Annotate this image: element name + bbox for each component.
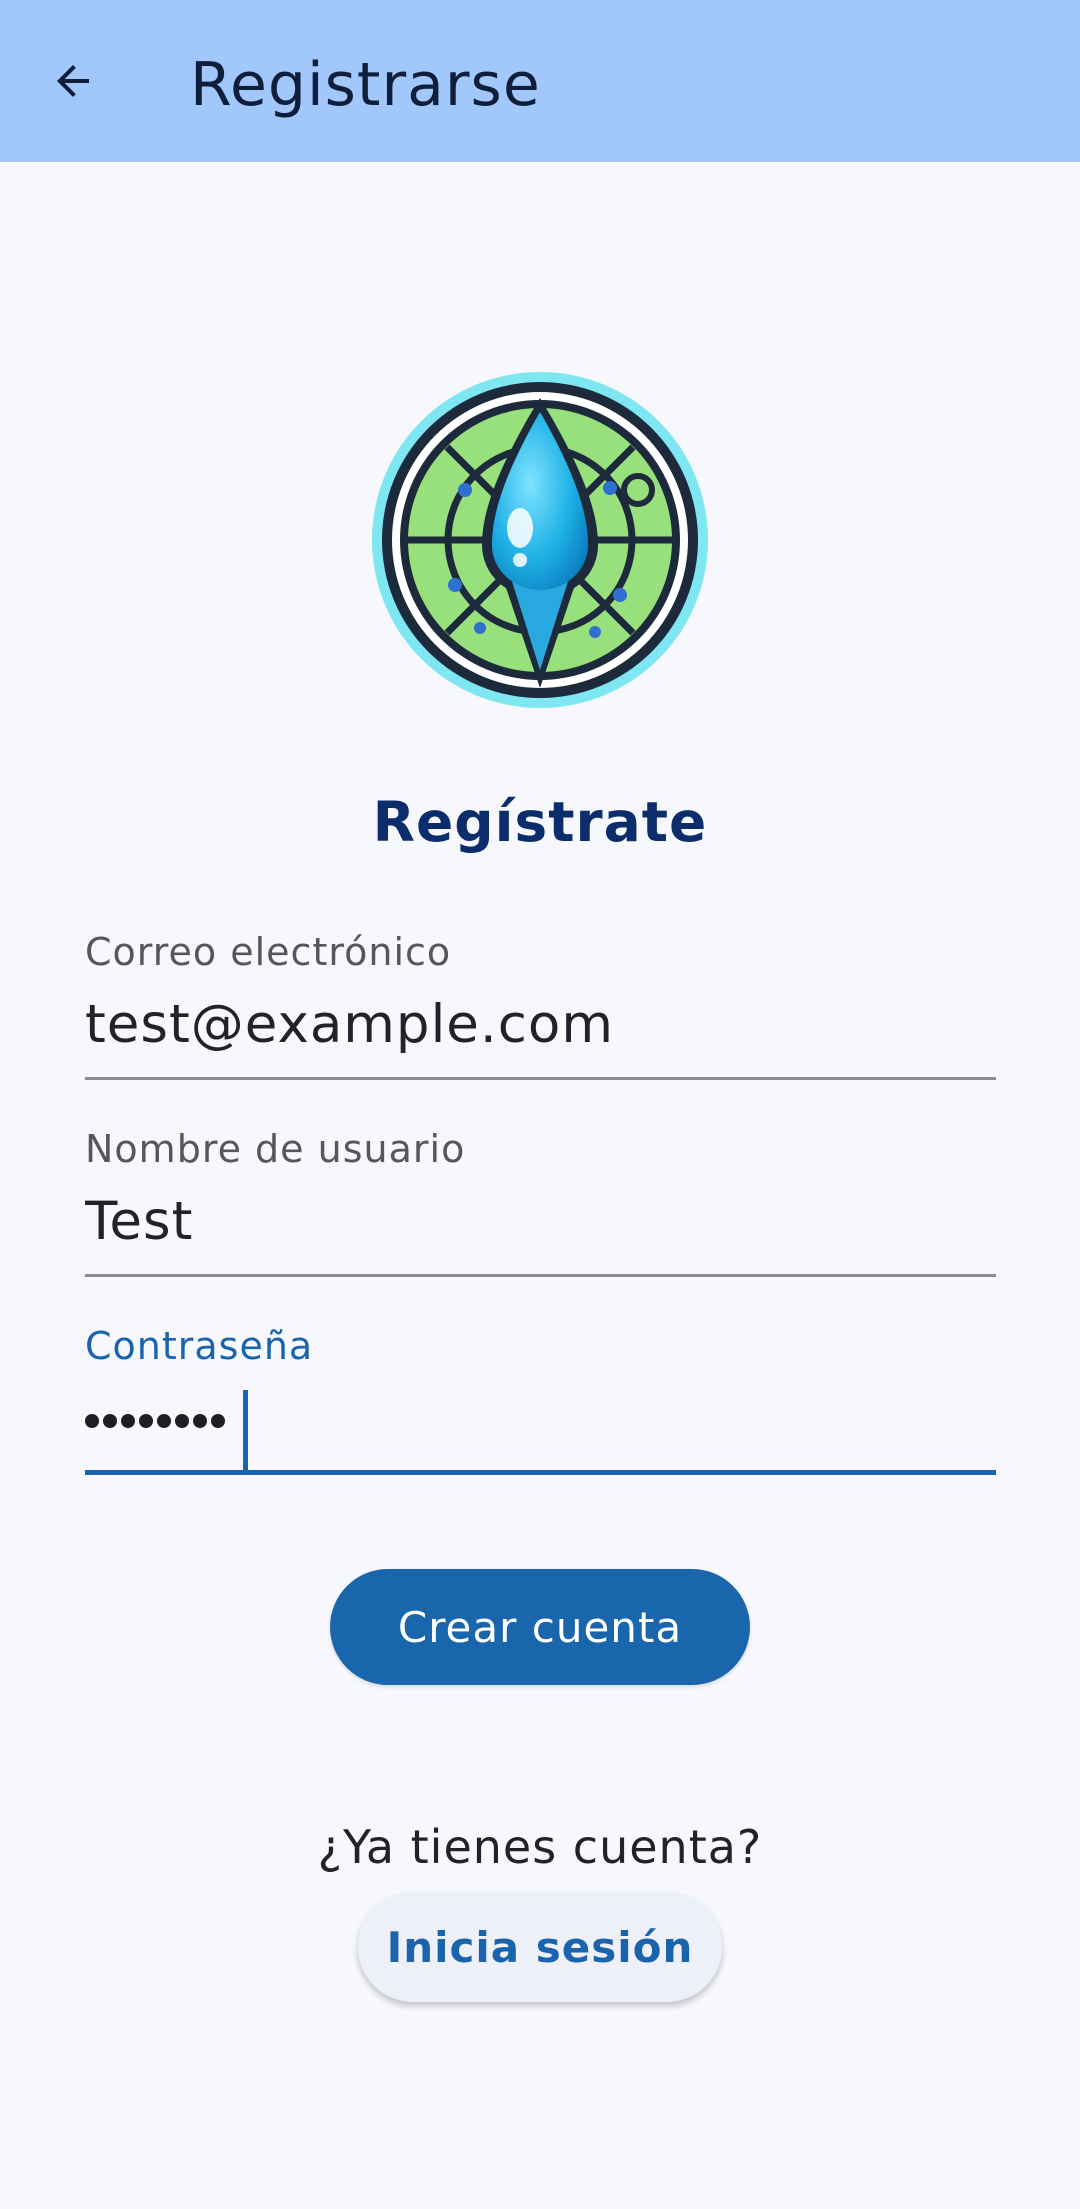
text-cursor [243, 1390, 248, 1470]
water-drop-circuit-logo [372, 372, 708, 708]
password-dot [211, 1414, 225, 1428]
password-underline [85, 1470, 996, 1475]
login-button[interactable]: Inicia sesión [358, 1892, 722, 2002]
password-dot [85, 1414, 99, 1428]
username-field[interactable]: Nombre de usuario [85, 1127, 996, 1287]
email-input[interactable] [85, 994, 996, 1055]
email-label: Correo electrónico [85, 930, 452, 974]
arrow-back-icon [57, 65, 89, 97]
create-account-button[interactable]: Crear cuenta [330, 1569, 750, 1685]
password-dot [157, 1414, 171, 1428]
email-field[interactable]: Correo electrónico [85, 930, 996, 1090]
password-input[interactable] [85, 1414, 225, 1428]
username-underline [85, 1274, 996, 1277]
username-label: Nombre de usuario [85, 1127, 466, 1171]
app-bar: Registrarse [0, 0, 1080, 162]
email-underline [85, 1077, 996, 1080]
password-dot [193, 1414, 207, 1428]
page-title: Registrarse [190, 50, 541, 120]
password-dot [103, 1414, 117, 1428]
password-dot [139, 1414, 153, 1428]
register-heading: Regístrate [372, 790, 708, 854]
password-dot [175, 1414, 189, 1428]
have-account-question: ¿Ya tienes cuenta? [317, 1820, 763, 1874]
password-label: Contraseña [85, 1324, 314, 1368]
password-dot [121, 1414, 135, 1428]
back-button[interactable] [28, 36, 118, 126]
password-field[interactable]: Contraseña [85, 1324, 996, 1484]
username-input[interactable] [85, 1191, 996, 1252]
